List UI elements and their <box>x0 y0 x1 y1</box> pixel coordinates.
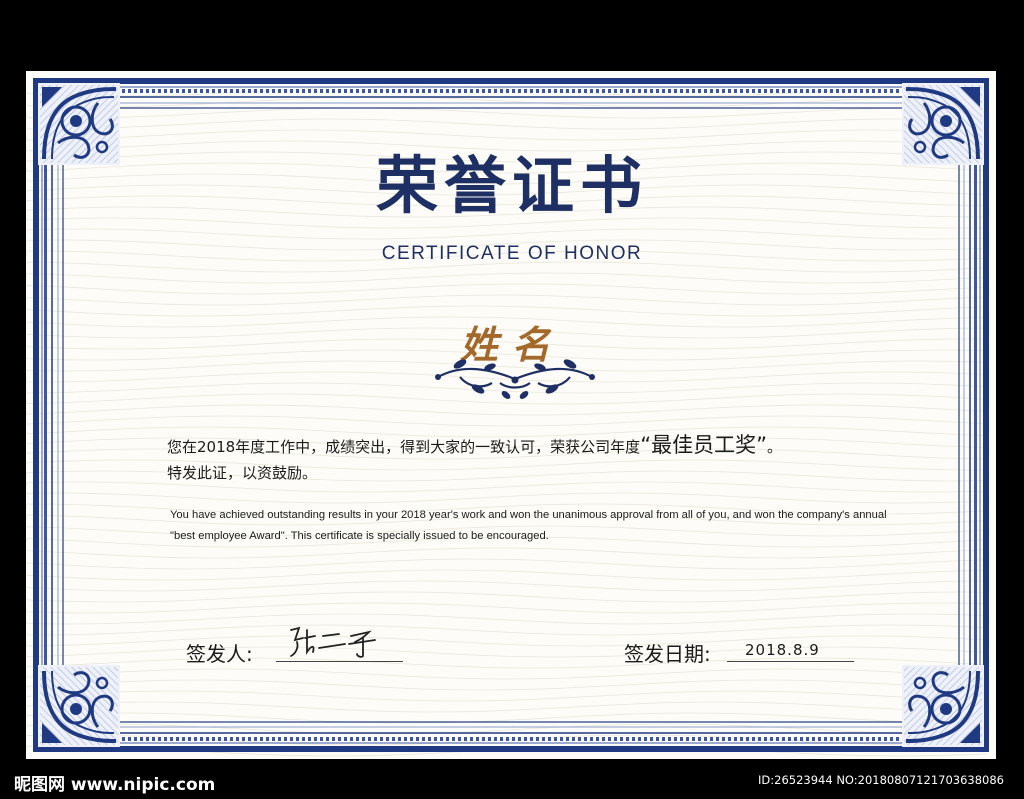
citation-text-cn: 您在2018年度工作中，成绩突出，得到大家的一致认可，荣获公司年度“最佳员工奖”… <box>167 432 867 486</box>
issuer-signature <box>290 626 376 658</box>
issuer-label: 签发人: <box>186 642 253 666</box>
watermark-site: 昵图网 www.nipic.com <box>14 775 216 795</box>
vine-flourish-icon <box>435 359 595 399</box>
issue-date-value: 2018.8.9 <box>745 641 820 659</box>
citation-line-1: 您在2018年度工作中，成绩突出，得到大家的一致认可，荣获公司年度 <box>167 438 641 456</box>
award-name: “最佳员工奖” <box>640 433 767 457</box>
certificate-title-cn: 荣誉证书 <box>375 149 648 222</box>
issuer-signature-line <box>276 661 403 662</box>
issue-date-line <box>727 661 854 662</box>
citation-line-2: 特发此证，以资鼓励。 <box>167 464 318 482</box>
issue-date-label: 签发日期: <box>624 642 711 666</box>
citation-text-en: You have achieved outstanding results in… <box>170 509 887 542</box>
certificate-title-en: CERTIFICATE OF HONOR <box>381 243 643 264</box>
watermark-id: ID:26523944 NO:20180807121703638086 <box>758 773 1004 787</box>
citation-period: 。 <box>766 438 782 456</box>
